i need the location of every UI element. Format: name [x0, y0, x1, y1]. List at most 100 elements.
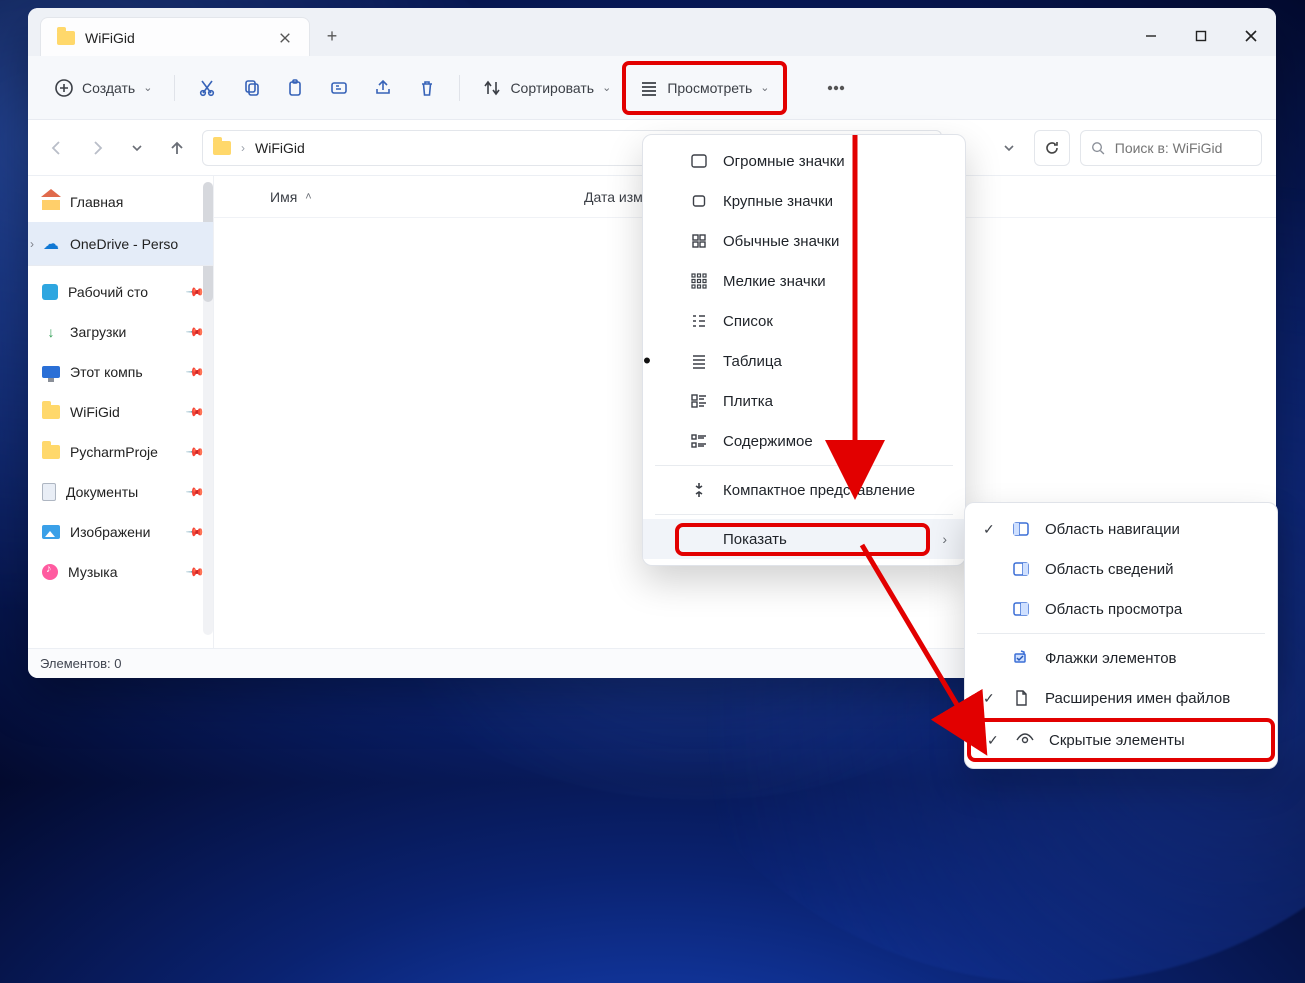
desktop-icon	[42, 284, 58, 300]
pane-icon	[1011, 520, 1031, 538]
pin-icon: 📌	[185, 522, 205, 542]
music-icon	[42, 564, 58, 580]
document-icon	[42, 483, 56, 501]
sort-button[interactable]: Сортировать ⌄	[472, 70, 621, 106]
menu-item-details[interactable]: • Таблица	[643, 341, 965, 381]
pin-icon: 📌	[185, 442, 205, 462]
chevron-right-icon[interactable]: ›	[30, 237, 34, 251]
search-box[interactable]	[1080, 130, 1262, 166]
large-icon	[689, 192, 709, 210]
menu-item-label: Обычные значки	[723, 233, 947, 250]
menu-item-medium-icons[interactable]: Обычные значки	[643, 221, 965, 261]
divider	[459, 75, 460, 101]
share-button[interactable]	[363, 70, 403, 106]
sidebar-item-pycharm[interactable]: PycharmProje 📌	[28, 432, 213, 472]
view-button[interactable]: Просмотреть ⌄	[625, 64, 783, 112]
sidebar-item-label: Документы	[66, 484, 138, 500]
sidebar-item-documents[interactable]: Документы 📌	[28, 472, 213, 512]
menu-item-small-icons[interactable]: Мелкие значки	[643, 261, 965, 301]
menu-item-label: Огромные значки	[723, 153, 947, 170]
submenu-item-hidden-items[interactable]: ✓ Скрытые элементы	[969, 720, 1273, 760]
column-label: Имя	[270, 189, 297, 205]
submenu-item-label: Область просмотра	[1045, 601, 1259, 618]
breadcrumb[interactable]: WiFiGid	[255, 140, 305, 156]
check-icon: ✓	[983, 690, 997, 707]
sort-button-label: Сортировать	[510, 80, 594, 96]
sidebar-item-label: Музыка	[68, 564, 118, 580]
copy-button[interactable]	[231, 70, 271, 106]
pin-icon: 📌	[185, 562, 205, 582]
home-icon	[42, 194, 60, 210]
submenu-item-label: Флажки элементов	[1045, 650, 1259, 667]
submenu-item-label: Область навигации	[1045, 521, 1259, 538]
checkbox-icon	[1011, 649, 1031, 667]
sidebar-item-label: Этот компь	[70, 364, 143, 380]
sidebar-item-label: Загрузки	[70, 324, 126, 340]
status-item-count: Элементов: 0	[40, 656, 121, 671]
sidebar-item-label: OneDrive - Perso	[70, 236, 178, 252]
sidebar-item-label: Главная	[70, 194, 123, 210]
submenu-item-details-pane[interactable]: Область сведений	[965, 549, 1277, 589]
recent-locations-button[interactable]	[122, 133, 152, 163]
tab-close-button[interactable]	[279, 31, 293, 45]
sidebar-item-label: PycharmProje	[70, 444, 158, 460]
sidebar-item-thispc[interactable]: Этот компь 📌	[28, 352, 213, 392]
menu-item-large-icons[interactable]: Крупные значки	[643, 181, 965, 221]
menu-item-content[interactable]: Содержимое	[643, 421, 965, 461]
sidebar-item-label: WiFiGid	[70, 404, 120, 420]
sidebar-item-onedrive[interactable]: › ☁ OneDrive - Perso	[28, 222, 213, 266]
window-tab[interactable]: WiFiGid	[40, 17, 310, 57]
back-button[interactable]	[42, 133, 72, 163]
paste-button[interactable]	[275, 70, 315, 106]
menu-item-extra-large-icons[interactable]: Огромные значки	[643, 141, 965, 181]
addr-history-button[interactable]	[994, 133, 1024, 163]
submenu-item-navigation-pane[interactable]: ✓ Область навигации	[965, 509, 1277, 549]
sidebar-item-music[interactable]: Музыка 📌	[28, 552, 213, 592]
pane-icon	[1011, 560, 1031, 578]
tiles-icon	[689, 392, 709, 410]
divider	[655, 465, 953, 466]
pin-icon: 📌	[185, 402, 205, 422]
menu-item-list[interactable]: Список	[643, 301, 965, 341]
chevron-down-icon: ⌄	[143, 81, 152, 94]
new-button[interactable]: Создать ⌄	[44, 70, 162, 106]
delete-button[interactable]	[407, 70, 447, 106]
eye-icon	[1015, 731, 1035, 749]
menu-item-compact-view[interactable]: Компактное представление	[643, 470, 965, 510]
sidebar-item-home[interactable]: Главная	[28, 182, 213, 222]
sidebar: Главная › ☁ OneDrive - Perso Рабочий сто…	[28, 176, 214, 648]
submenu-item-item-checkboxes[interactable]: Флажки элементов	[965, 638, 1277, 678]
sidebar-item-downloads[interactable]: ↓ Загрузки 📌	[28, 312, 213, 352]
forward-button[interactable]	[82, 133, 112, 163]
menu-item-tiles[interactable]: Плитка	[643, 381, 965, 421]
column-name[interactable]: Имя ˄	[270, 189, 560, 205]
rename-button[interactable]	[319, 70, 359, 106]
menu-item-label: Показать	[677, 525, 928, 554]
file-icon	[1011, 689, 1031, 707]
window-controls	[1126, 16, 1276, 56]
pin-icon: 📌	[185, 322, 205, 342]
submenu-item-preview-pane[interactable]: Область просмотра	[965, 589, 1277, 629]
pane-icon	[1011, 600, 1031, 618]
more-button[interactable]	[816, 70, 856, 106]
chevron-down-icon: ⌄	[760, 81, 769, 94]
menu-item-show[interactable]: Показать ›	[643, 519, 965, 559]
menu-item-label: Плитка	[723, 393, 947, 410]
maximize-button[interactable]	[1176, 16, 1226, 56]
cloud-icon: ☁	[42, 235, 60, 253]
column-date[interactable]: Дата изме	[584, 189, 651, 205]
new-tab-button[interactable]: +	[310, 16, 354, 56]
submenu-item-label: Расширения имен файлов	[1045, 690, 1259, 707]
sidebar-item-pictures[interactable]: Изображени 📌	[28, 512, 213, 552]
submenu-item-file-extensions[interactable]: ✓ Расширения имен файлов	[965, 678, 1277, 718]
cut-button[interactable]	[187, 70, 227, 106]
up-button[interactable]	[162, 133, 192, 163]
close-window-button[interactable]	[1226, 16, 1276, 56]
refresh-button[interactable]	[1034, 130, 1070, 166]
sidebar-item-desktop[interactable]: Рабочий сто 📌	[28, 272, 213, 312]
list-icon	[689, 312, 709, 330]
minimize-button[interactable]	[1126, 16, 1176, 56]
search-input[interactable]	[1113, 139, 1251, 157]
sidebar-item-wifigid[interactable]: WiFiGid 📌	[28, 392, 213, 432]
divider	[174, 75, 175, 101]
